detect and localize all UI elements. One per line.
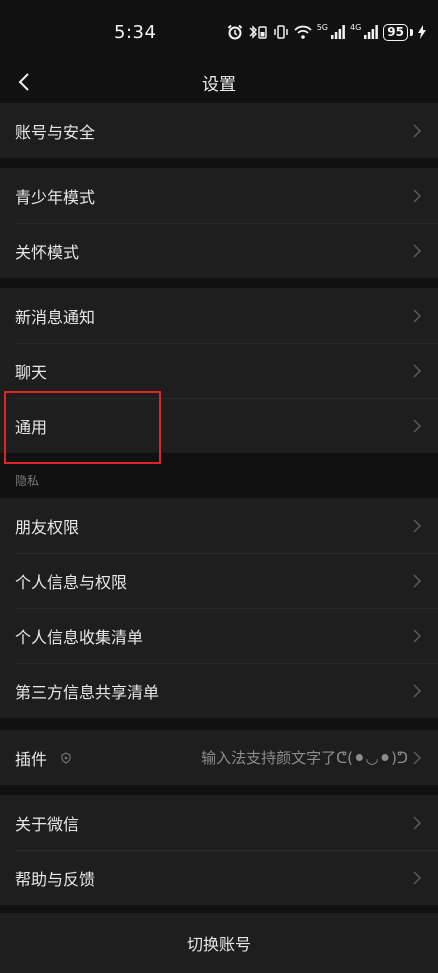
row-personal-info-permissions[interactable]: 个人信息与权限: [0, 553, 438, 608]
alarm-icon: [227, 24, 243, 40]
chevron-right-icon: [413, 870, 422, 885]
signal-2-icon: [364, 25, 379, 39]
group-account: 账号与安全: [0, 103, 438, 158]
row-label: 青少年模式: [15, 187, 96, 207]
highlight-box: [4, 391, 161, 464]
row-friend-permissions[interactable]: 朋友权限: [0, 498, 438, 553]
group-privacy: 朋友权限 个人信息与权限 个人信息收集清单 第三方信息共享清单: [0, 498, 438, 718]
row-label: 聊天: [15, 362, 48, 382]
row-label: 第三方信息共享清单: [15, 682, 160, 702]
page-title: 设置: [202, 75, 236, 95]
row-label: 个人信息收集清单: [15, 627, 144, 647]
group-about: 关于微信 帮助与反馈: [0, 795, 438, 905]
row-plugins[interactable]: 插件 输入法支持颜文字了ᕦ(⚫◡⚫)ᕤ: [0, 730, 438, 785]
chevron-right-icon: [413, 518, 422, 533]
row-help-feedback[interactable]: 帮助与反馈: [0, 850, 438, 905]
battery-indicator: 95: [383, 23, 408, 41]
group-modes: 青少年模式 关怀模式: [0, 168, 438, 278]
row-label: 个人信息与权限: [15, 572, 128, 592]
bluetooth-battery-icon: [248, 24, 268, 40]
chevron-right-icon: [413, 683, 422, 698]
row-label: 新消息通知: [15, 307, 96, 327]
battery-cap: [410, 28, 413, 36]
switch-account-button[interactable]: 切换账号: [0, 913, 438, 973]
status-bar: 5:34 5G 4G 95: [0, 0, 438, 62]
charging-icon: [418, 25, 426, 39]
signal-2-label: 4G: [350, 22, 362, 32]
section-label-privacy: 隐私: [15, 474, 40, 488]
group-plugins: 插件 输入法支持颜文字了ᕦ(⚫◡⚫)ᕤ: [0, 730, 438, 785]
chevron-right-icon: [413, 188, 422, 203]
battery-level: 95: [387, 25, 404, 39]
chevron-right-icon: [413, 628, 422, 643]
nav-bar: 设置: [0, 62, 438, 102]
chevron-right-icon: [413, 363, 422, 378]
row-label: 关怀模式: [15, 242, 80, 262]
row-label: 插件: [15, 749, 48, 769]
row-chat[interactable]: 聊天: [0, 343, 438, 398]
row-value: 输入法支持颜文字了ᕦ(⚫◡⚫)ᕤ: [201, 749, 408, 767]
row-personal-info-collection[interactable]: 个人信息收集清单: [0, 608, 438, 663]
row-label: 账号与安全: [15, 122, 96, 142]
switch-account-label: 切换账号: [186, 935, 251, 954]
row-notifications[interactable]: 新消息通知: [0, 288, 438, 343]
chevron-right-icon: [413, 308, 422, 323]
wifi-icon: [294, 24, 312, 40]
chevron-right-icon: [413, 123, 422, 138]
row-label: 关于微信: [15, 814, 80, 834]
row-care-mode[interactable]: 关怀模式: [0, 223, 438, 278]
chevron-right-icon: [413, 418, 422, 433]
row-label: 帮助与反馈: [15, 869, 96, 889]
chevron-right-icon: [413, 243, 422, 258]
chevron-right-icon: [413, 573, 422, 588]
signal-1-icon: [331, 25, 345, 39]
status-time: 5:34: [114, 22, 157, 43]
chevron-right-icon: [413, 815, 422, 830]
row-account-security[interactable]: 账号与安全: [0, 103, 438, 158]
status-icons: 5G 4G 95: [227, 20, 426, 44]
row-label: 朋友权限: [15, 517, 80, 537]
plugin-badge-icon: [61, 751, 71, 764]
signal-1-label: 5G: [316, 22, 328, 32]
row-teen-mode[interactable]: 青少年模式: [0, 168, 438, 223]
vibrate-icon: [273, 24, 289, 40]
row-about[interactable]: 关于微信: [0, 795, 438, 850]
chevron-right-icon: [413, 750, 422, 765]
row-third-party-sharing[interactable]: 第三方信息共享清单: [0, 663, 438, 718]
